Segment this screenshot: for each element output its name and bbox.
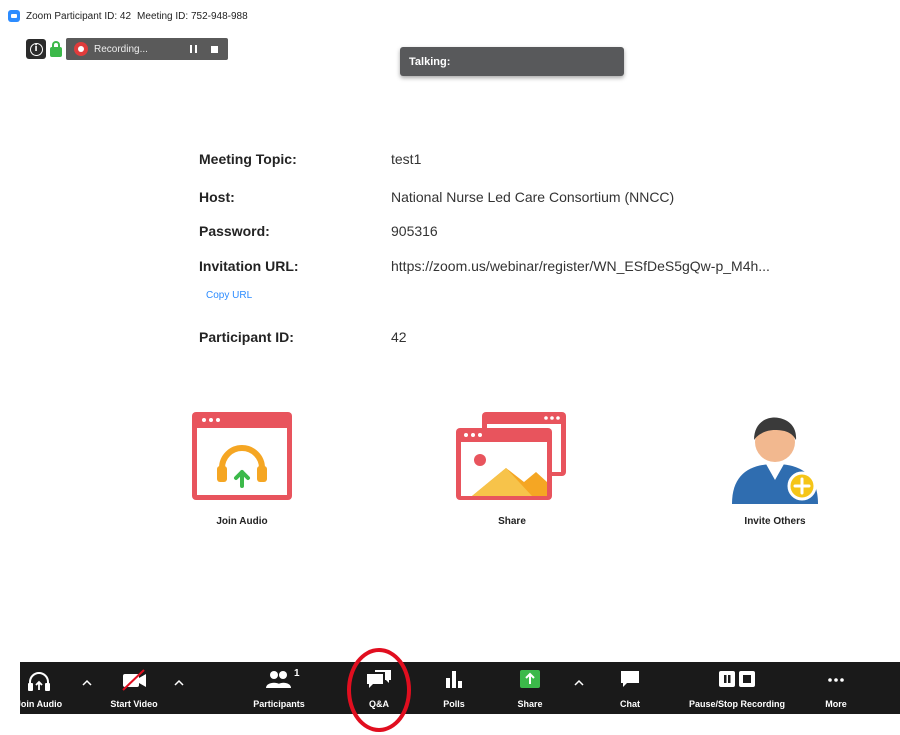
pause-stop-recording-label: Pause/Stop Recording	[688, 699, 786, 709]
meeting-id-title: Meeting ID: 752-948-988	[137, 10, 248, 22]
share-screen-icon	[456, 412, 566, 500]
start-video-label: Start Video	[110, 699, 158, 709]
video-off-icon	[122, 669, 146, 691]
join-audio-label: Join Audio	[216, 516, 268, 527]
headphones-icon	[28, 672, 50, 691]
share-screen-arrow-icon	[520, 670, 540, 688]
more-label: More	[825, 699, 847, 709]
start-video-button[interactable]: Start Video	[102, 662, 166, 714]
talking-indicator: Talking:	[400, 47, 624, 76]
join-audio-action[interactable]: Join Audio	[186, 410, 298, 530]
meeting-toolbar: Join Audio Start Video 1 Participants Q&…	[16, 662, 900, 714]
invite-others-label: Invite Others	[744, 516, 806, 527]
participants-label: Participants	[253, 699, 305, 709]
cloud-recording-icon	[74, 42, 88, 56]
more-button[interactable]: More	[816, 662, 856, 714]
more-dots-icon	[828, 678, 844, 682]
invite-person-icon	[732, 417, 818, 504]
share-toolbar-label: Share	[517, 699, 543, 709]
meeting-topic-label: Meeting Topic:	[199, 151, 297, 167]
recording-strip: i Recording...	[26, 38, 228, 60]
polls-button[interactable]: Polls	[434, 662, 474, 714]
host-label: Host:	[199, 189, 235, 205]
join-audio-icon	[192, 412, 292, 500]
share-label: Share	[498, 516, 526, 527]
copy-url-link[interactable]: Copy URL	[206, 290, 252, 301]
video-options-chevron-icon[interactable]	[174, 678, 184, 688]
pause-stop-recording-button[interactable]: Pause/Stop Recording	[672, 662, 802, 714]
polls-bar-chart-icon	[446, 671, 462, 688]
invitation-url-value: https://zoom.us/webinar/register/WN_ESfD…	[391, 258, 770, 274]
chat-button[interactable]: Chat	[610, 662, 650, 714]
pause-stop-recording-icon	[719, 671, 755, 687]
stop-recording-icon[interactable]	[211, 45, 218, 53]
participants-count-badge: 1	[294, 668, 300, 679]
meeting-info-button[interactable]: i	[26, 39, 46, 59]
share-button[interactable]: Share	[506, 662, 554, 714]
qa-highlight-circle	[347, 648, 411, 732]
recording-status: Recording...	[94, 43, 148, 55]
talking-label: Talking:	[409, 56, 451, 68]
info-icon: i	[29, 42, 43, 56]
join-audio-toolbar-label: Join Audio	[15, 699, 63, 709]
password-label: Password:	[199, 223, 270, 239]
recording-indicator: Recording...	[66, 38, 228, 60]
chat-bubble-icon	[621, 671, 639, 687]
meeting-topic-value: test1	[391, 151, 422, 167]
participant-id-value: 42	[391, 329, 407, 345]
participant-id-label: Participant ID:	[199, 329, 294, 345]
participants-button[interactable]: 1 Participants	[242, 662, 316, 714]
zoom-logo-icon	[8, 10, 20, 22]
share-action[interactable]: Share	[452, 410, 572, 530]
participants-icon	[266, 671, 291, 688]
host-value: National Nurse Led Care Consortium (NNCC…	[391, 189, 675, 205]
pause-recording-icon[interactable]	[190, 45, 197, 53]
join-audio-button[interactable]: Join Audio	[12, 662, 66, 714]
invitation-url-label: Invitation URL:	[199, 258, 299, 274]
invite-others-action[interactable]: Invite Others	[722, 410, 828, 530]
window-titlebar: Zoom Participant ID: 42 Meeting ID: 752-…	[8, 8, 248, 24]
lock-icon[interactable]	[50, 40, 62, 58]
audio-options-chevron-icon[interactable]	[82, 678, 92, 688]
password-value: 905316	[391, 223, 438, 239]
participant-id-title: Zoom Participant ID: 42	[26, 10, 132, 22]
share-options-chevron-icon[interactable]	[574, 678, 584, 688]
polls-label: Polls	[443, 699, 465, 709]
chat-label: Chat	[620, 699, 640, 709]
